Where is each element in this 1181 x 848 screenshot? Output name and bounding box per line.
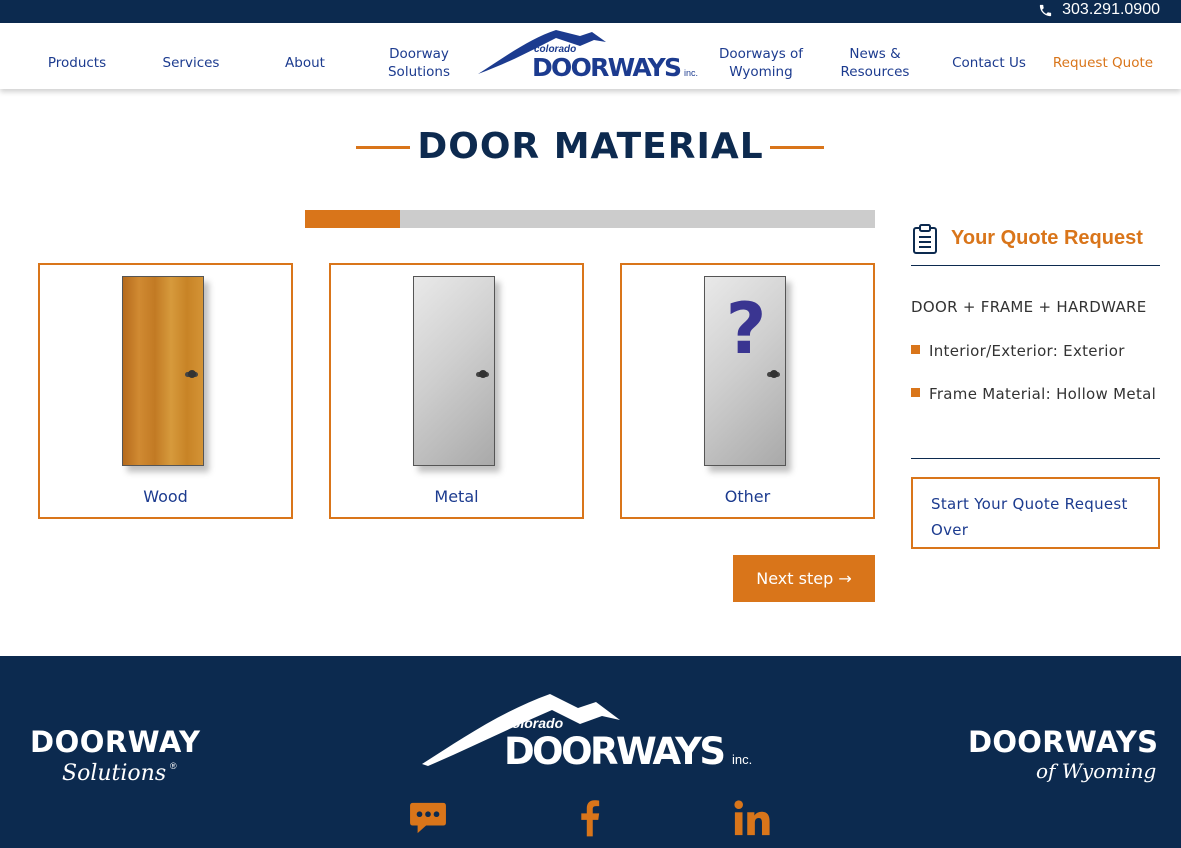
nav-news-resources[interactable]: News & Resources [818,23,932,89]
phone-link[interactable]: 303.291.0900 [1038,1,1160,19]
sidebar-header: Your Quote Request [911,216,1160,266]
logo-main-text: DOORWAYS [532,53,682,82]
wood-door-image [122,276,204,466]
footer-logo-small-text: colorado [504,715,564,731]
list-item: Interior/Exterior: Exterior [911,338,1160,364]
metal-door-image [413,276,495,466]
nav-doorway-solutions[interactable]: Doorway Solutions [362,23,476,89]
option-label: Wood [143,487,188,506]
registered-mark: ® [170,761,177,771]
site-logo[interactable]: colorado DOORWAYS inc. [476,26,708,84]
top-bar: 303.291.0900 [0,0,1181,23]
footer-colorado-doorways-logo[interactable]: colorado DOORWAYS inc. [420,690,765,773]
sidebar-subtitle: DOOR + FRAME + HARDWARE [911,298,1147,316]
footer-left-logo-script: Solutions [62,761,166,786]
doorways-of-wyoming-logo[interactable]: DOORWAYS of Wyoming [968,724,1160,790]
other-door-image: ? [704,276,786,466]
phone-number: 303.291.0900 [1062,1,1160,18]
option-wood[interactable]: Wood [38,263,293,519]
quote-summary-list: Interior/Exterior: Exterior Frame Materi… [911,338,1160,424]
option-label: Metal [434,487,479,506]
nav-request-quote[interactable]: Request Quote [1046,23,1160,89]
option-other[interactable]: ? Other [620,263,875,519]
footer-right-logo-script: of Wyoming [1036,759,1156,783]
nav-products[interactable]: Products [20,23,134,89]
doorway-solutions-logo[interactable]: DOORWAY Solutions ® [30,724,205,788]
title-rule-right [770,146,824,149]
sidebar-divider [911,458,1160,459]
nav-about[interactable]: About [248,23,362,89]
nav-contact-us[interactable]: Contact Us [932,23,1046,89]
sidebar-title: Your Quote Request [951,227,1143,249]
linkedin-icon[interactable] [732,798,772,838]
clipboard-icon [913,223,937,254]
phone-icon [1040,4,1052,16]
progress-bar [305,210,875,228]
question-mark-icon: ? [725,288,767,370]
option-label: Other [724,487,771,506]
list-item: Frame Material: Hollow Metal [911,381,1160,407]
restart-quote-button[interactable]: Start Your Quote Request Over [911,477,1160,549]
site-footer: DOORWAY Solutions ® colorado DOORWAYS in… [0,656,1181,848]
footer-logo-main-text: DOORWAYS [504,730,726,770]
footer-left-logo-main: DOORWAY [30,725,201,759]
chat-icon[interactable] [408,798,448,838]
footer-right-logo-main: DOORWAYS [968,725,1158,759]
facebook-icon[interactable] [570,798,610,838]
logo-suffix-text: inc. [684,68,698,78]
footer-logo-suffix: inc. [732,752,752,767]
main-nav: Products Services About Doorway Solution… [0,23,1181,89]
nav-services[interactable]: Services [134,23,248,89]
next-step-button[interactable]: Next step → [733,555,875,602]
nav-doorways-of-wyoming[interactable]: Doorways of Wyoming [704,23,818,89]
page-title: DOOR MATERIAL [417,126,764,167]
progress-fill [305,210,401,228]
option-metal[interactable]: Metal [329,263,584,519]
